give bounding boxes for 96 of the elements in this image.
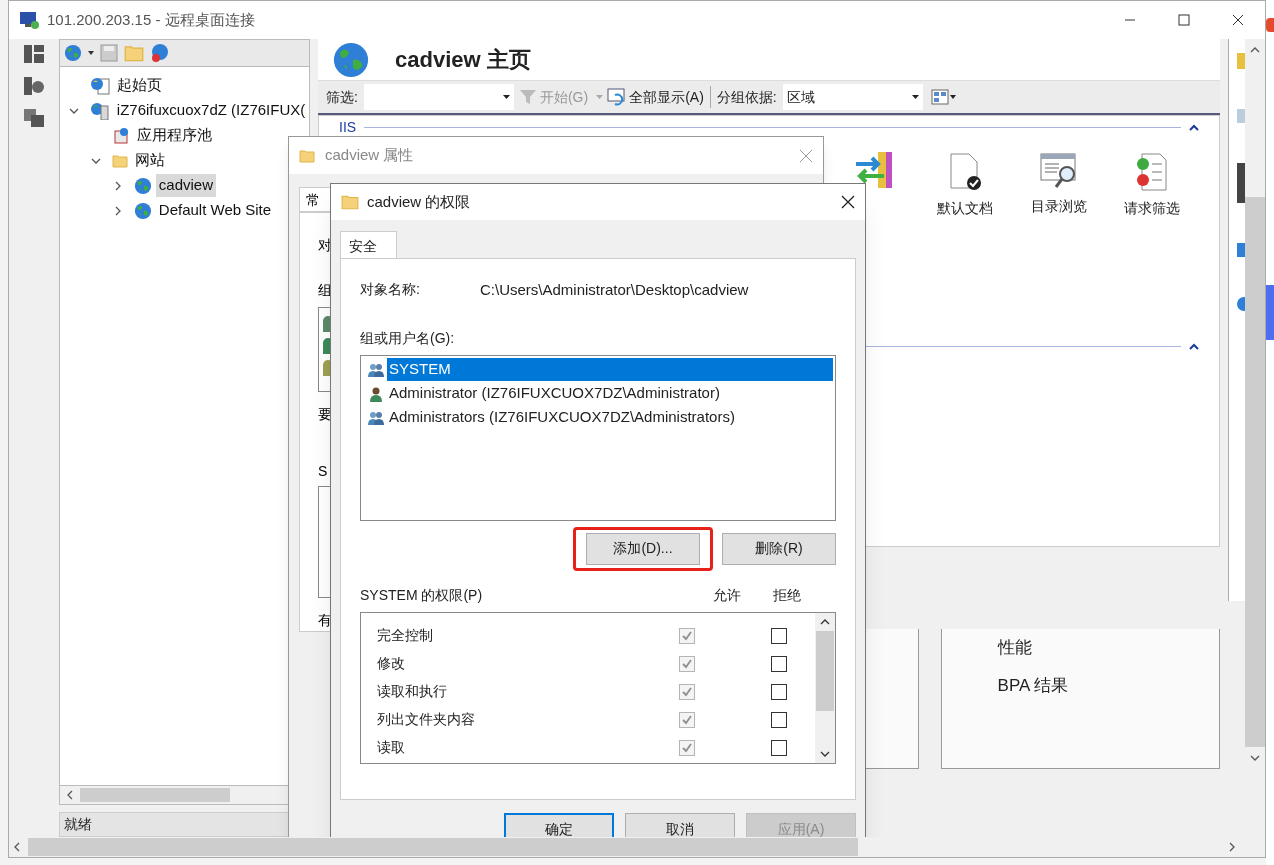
collapse-icon[interactable]	[1189, 343, 1200, 350]
field-label: S	[318, 462, 328, 482]
field-label: 组	[318, 281, 332, 300]
scroll-down-icon[interactable]	[820, 750, 830, 757]
vertical-scrollbar[interactable]	[815, 612, 835, 763]
browser-banner	[1266, 285, 1274, 340]
deny-checkbox[interactable]	[771, 655, 787, 672]
dialog-button[interactable]: 确定	[504, 813, 614, 837]
scroll-left-icon[interactable]	[66, 790, 73, 800]
link-text[interactable]: 性能	[997, 635, 1220, 661]
deny-checkbox[interactable]	[771, 711, 787, 728]
dialog-tab[interactable]: 安全	[340, 231, 397, 258]
refresh-window-icon	[607, 88, 628, 106]
field-value: C:\Users\Administrator\Desktop\cadview	[480, 280, 749, 300]
folder-arrow-icon	[123, 43, 144, 63]
tree-item[interactable]: 应用程序池	[133, 124, 215, 147]
filter-label: 筛选:	[326, 87, 358, 107]
connect-globe-icon	[63, 44, 82, 62]
scroll-thumb[interactable]	[28, 838, 858, 856]
view-icon[interactable]	[930, 89, 957, 105]
show-all-button[interactable]: 全部显示(A)	[629, 86, 704, 108]
tree-item[interactable]: 起始页	[113, 74, 165, 97]
funnel-icon	[519, 90, 536, 104]
arrows-icon	[853, 152, 894, 188]
scroll-up-icon[interactable]	[820, 618, 830, 625]
field-label: 有	[318, 611, 332, 630]
link-text[interactable]: BPA 结果	[997, 672, 1220, 698]
feature-label[interactable]: 目录浏览	[1030, 196, 1087, 217]
group-by-label: 分组依据:	[716, 87, 777, 107]
user-icon	[367, 385, 385, 402]
permission-name: 完全控制	[377, 626, 434, 645]
dashboard-icon[interactable]	[23, 45, 44, 63]
field-label: 组或用户名(G):	[360, 328, 456, 348]
dialog-title: cadview 属性	[325, 145, 414, 166]
caret-icon[interactable]	[87, 51, 94, 55]
field-label: 要	[318, 405, 332, 425]
window-title: 101.200.203.15 - 远程桌面连接	[47, 9, 255, 30]
status-text: 就绪	[63, 815, 92, 834]
globe-page-icon	[89, 76, 110, 95]
field-label: SYSTEM 的权限(P)	[360, 585, 484, 605]
server-disc-icon[interactable]	[23, 77, 44, 95]
files-icon[interactable]	[23, 109, 44, 127]
tree-item[interactable]: iZ76ifuxcuox7dZ (IZ76IFUX(	[113, 99, 309, 122]
server-globe-icon	[89, 101, 110, 120]
page-title: cadview 主页	[395, 46, 531, 74]
dialog-button[interactable]: 取消	[625, 813, 735, 837]
magnifier-window-icon	[1038, 152, 1079, 190]
feature-label[interactable]: 请求筛选	[1124, 198, 1181, 219]
users-icon	[367, 361, 385, 378]
scroll-thumb[interactable]	[79, 788, 230, 802]
tree-item[interactable]: cadview	[155, 174, 217, 197]
allow-checkbox[interactable]	[679, 739, 695, 756]
field-label: 对	[318, 236, 332, 255]
dialog-button[interactable]: 添加(D)...	[586, 532, 700, 565]
browser-icon	[1266, 18, 1274, 32]
tree-item[interactable]: Default Web Site	[155, 199, 275, 222]
field-label: 对象名称:	[360, 280, 421, 299]
close-icon[interactable]	[841, 195, 855, 209]
allow-checkbox[interactable]	[679, 683, 695, 700]
permission-name: 读取和执行	[377, 682, 448, 701]
monitor-icon	[19, 10, 41, 30]
feature-label[interactable]: 默认文档	[937, 198, 994, 219]
group-header: IIS	[339, 120, 357, 134]
dialog-button[interactable]: 删除(R)	[722, 532, 836, 565]
globe-remove-icon[interactable]	[149, 43, 170, 63]
column-header: 允许	[713, 585, 742, 605]
group-by-dropdown[interactable]: 区域	[782, 84, 923, 110]
allow-checkbox[interactable]	[679, 655, 695, 672]
scroll-thumb[interactable]	[1245, 197, 1265, 747]
permission-name: 修改	[377, 654, 406, 673]
dialog-title: cadview 的权限	[367, 191, 471, 212]
scroll-left-icon[interactable]	[14, 842, 20, 852]
deny-checkbox[interactable]	[771, 739, 787, 756]
caret-icon	[911, 95, 919, 99]
column-header: 拒绝	[773, 585, 802, 605]
allow-checkbox[interactable]	[679, 711, 695, 728]
list-item[interactable]: Administrator (IZ76IFUXCUOX7DZ\Administrator)	[363, 381, 833, 406]
scroll-up-icon[interactable]	[1250, 47, 1260, 53]
users-icon	[367, 409, 385, 426]
horizontal-scrollbar[interactable]	[9, 837, 1265, 857]
collapse-icon[interactable]	[1189, 123, 1200, 131]
caret-icon	[502, 95, 510, 99]
allow-checkbox[interactable]	[679, 627, 695, 644]
scroll-down-icon[interactable]	[1250, 755, 1260, 761]
folder-globe-icon	[111, 152, 128, 169]
app-pool-icon	[111, 126, 130, 145]
permission-name: 列出文件夹内容	[377, 710, 476, 729]
folder-icon	[299, 147, 315, 164]
scroll-right-icon[interactable]	[1229, 842, 1235, 852]
tree-item[interactable]: 网站	[131, 149, 168, 172]
scroll-thumb[interactable]	[816, 630, 834, 711]
permission-name: 读取	[377, 738, 406, 757]
document-check-icon	[947, 152, 984, 192]
list-item[interactable]: Administrators (IZ76IFUXCUOX7DZ\Administrators)	[363, 405, 833, 430]
deny-checkbox[interactable]	[771, 627, 787, 644]
deny-checkbox[interactable]	[771, 683, 787, 700]
